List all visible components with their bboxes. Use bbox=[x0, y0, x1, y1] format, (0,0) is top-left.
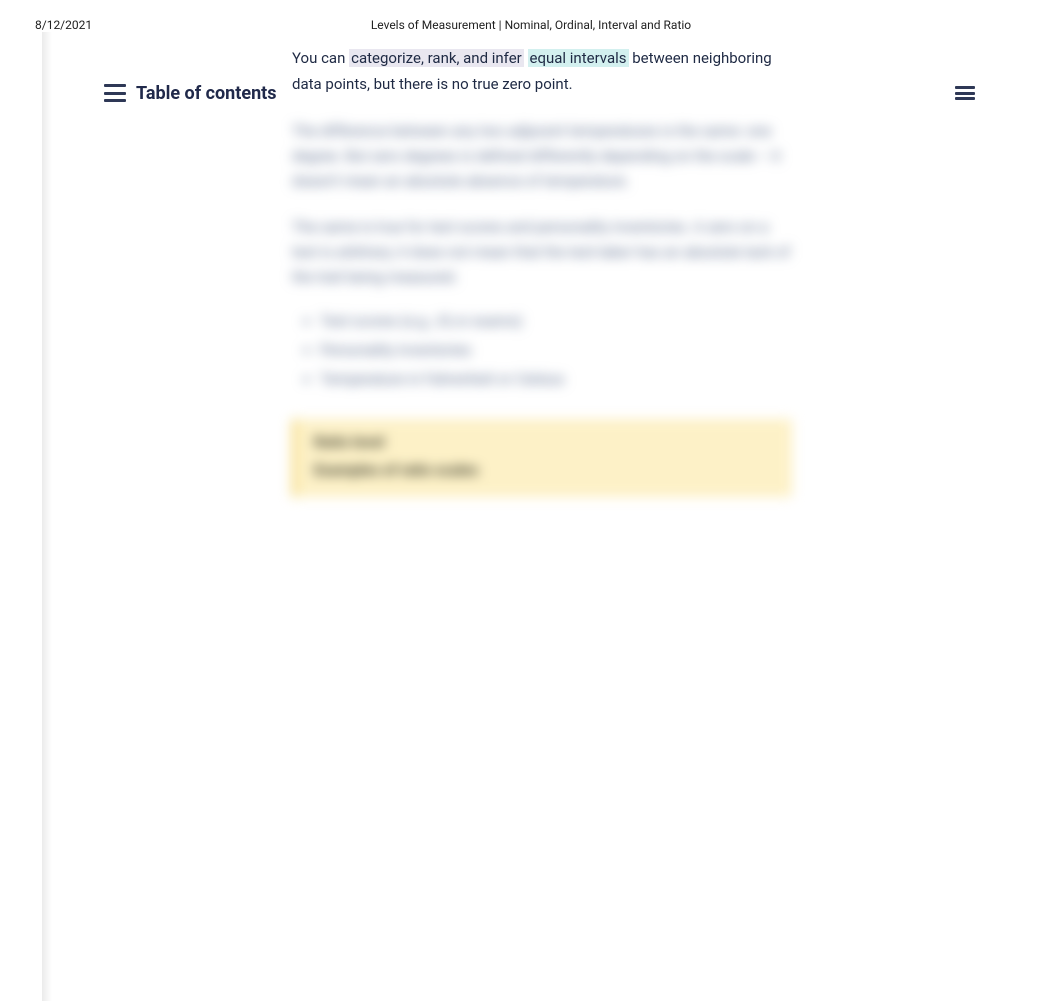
blurred-paragraph-2: The same is true for test scores and per… bbox=[292, 215, 792, 289]
print-date: 8/12/2021 bbox=[35, 18, 92, 32]
page-shadow bbox=[42, 32, 52, 1001]
list-icon bbox=[104, 84, 126, 102]
intro-text-mid bbox=[524, 49, 528, 67]
callout-box: Ratio level Examples of ratio scales bbox=[292, 419, 792, 497]
page-container: Table of contents You can categorize, ra… bbox=[52, 32, 1032, 1001]
highlight-categorize: categorize, rank, and infer bbox=[349, 49, 524, 67]
highlight-equal-intervals: equal intervals bbox=[528, 49, 629, 67]
intro-paragraph: You can categorize, rank, and infer equa… bbox=[292, 46, 792, 97]
callout-title: Ratio level bbox=[314, 433, 774, 451]
toc-label: Table of contents bbox=[136, 83, 277, 104]
blurred-paragraph-1: The difference between any two adjacent … bbox=[292, 119, 792, 193]
menu-icon[interactable] bbox=[950, 78, 980, 108]
list-item: Temperature in Fahrenheit or Celsius bbox=[320, 366, 792, 393]
list-item: Personality inventories bbox=[320, 337, 792, 364]
article-content: You can categorize, rank, and infer equa… bbox=[292, 46, 792, 497]
blurred-region: The difference between any two adjacent … bbox=[292, 119, 792, 497]
blurred-list: Test scores (e.g., IQ or exams) Personal… bbox=[292, 308, 792, 393]
list-item: Test scores (e.g., IQ or exams) bbox=[320, 308, 792, 335]
intro-text-prefix: You can bbox=[292, 49, 349, 67]
callout-subtitle: Examples of ratio scales bbox=[314, 461, 774, 479]
print-page-title: Levels of Measurement | Nominal, Ordinal… bbox=[371, 18, 691, 32]
